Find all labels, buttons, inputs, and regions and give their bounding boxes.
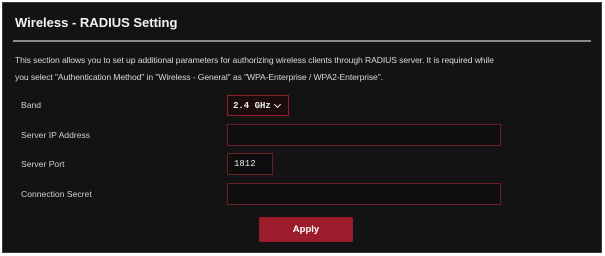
band-label: Band — [21, 100, 42, 110]
connection-secret-input[interactable] — [227, 183, 501, 205]
band-value: 2.4 GHz — [233, 100, 271, 111]
server-port-input[interactable] — [227, 153, 273, 175]
description-line-2: you select "Authentication Method" in "W… — [15, 72, 383, 82]
band-select[interactable]: 2.4 GHz — [227, 95, 289, 116]
chevron-down-icon — [273, 100, 281, 108]
description-line-1: This section allows you to set up additi… — [15, 55, 494, 65]
page-title: Wireless - RADIUS Setting — [15, 15, 178, 30]
server-port-label: Server Port — [21, 159, 65, 169]
radius-settings-panel: Wireless - RADIUS Setting This section a… — [2, 2, 602, 253]
apply-button[interactable]: Apply — [259, 217, 353, 242]
server-ip-input[interactable] — [227, 124, 501, 146]
connection-secret-label: Connection Secret — [21, 189, 92, 199]
server-ip-label: Server IP Address — [21, 130, 91, 140]
section-description: This section allows you to set up additi… — [15, 52, 595, 86]
title-divider — [13, 40, 591, 42]
